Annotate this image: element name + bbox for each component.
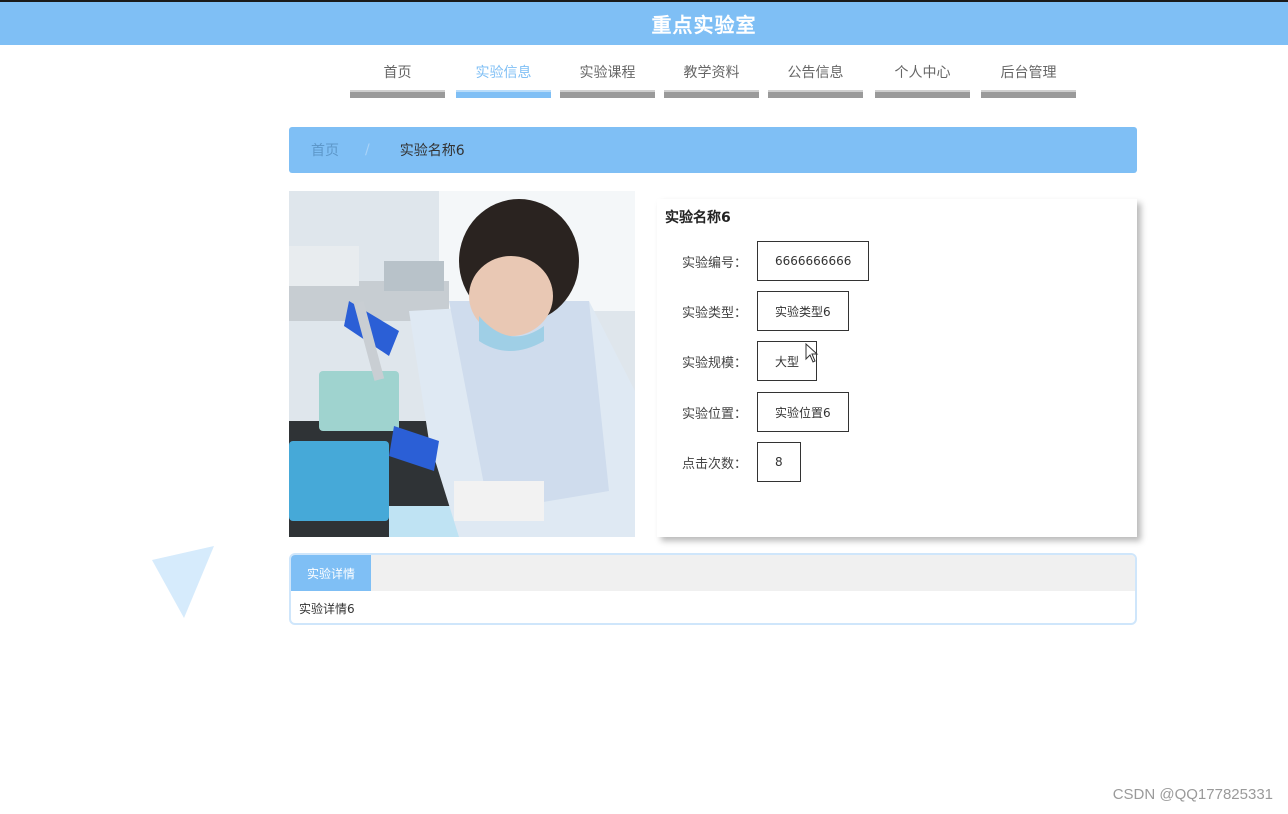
field-row-experiment-scale: 实验规模： 大型 (682, 341, 818, 381)
nav-item-label: 后台管理 (1000, 65, 1057, 81)
nav-item-bar (350, 90, 445, 98)
lab-scene-illustration (289, 191, 635, 537)
field-value: 6666666666 (757, 241, 870, 281)
nav-item-label: 实验课程 (579, 65, 636, 81)
nav-item-experiment-info[interactable]: 实验信息 (456, 56, 551, 100)
experiment-photo (289, 191, 635, 537)
nav-item-label: 首页 (383, 65, 412, 81)
nav-item-label: 公告信息 (787, 65, 844, 81)
nav-item-label: 实验信息 (475, 65, 532, 81)
breadcrumb-separator: / (365, 142, 370, 158)
field-row-experiment-number: 实验编号： 6666666666 (682, 241, 870, 281)
site-title: 重点实验室 (651, 13, 757, 37)
breadcrumb-home-link[interactable]: 首页 (311, 140, 339, 160)
nav-item-label: 教学资料 (683, 65, 740, 81)
top-header-bar: 重点实验室 (0, 0, 1288, 45)
nav-item-bar (664, 90, 759, 98)
breadcrumb: 首页 / 实验名称6 (289, 127, 1137, 173)
nav-item-bar (560, 90, 655, 98)
nav-item-label: 个人中心 (894, 65, 951, 81)
field-row-experiment-location: 实验位置： 实验位置6 (682, 392, 849, 432)
field-row-experiment-type: 实验类型： 实验类型6 (682, 291, 849, 331)
watermark-text: CSDN @QQ177825331 (1112, 786, 1273, 803)
experiment-name: 实验名称6 (665, 210, 731, 226)
breadcrumb-current: 实验名称6 (399, 143, 465, 159)
nav-item-bar (768, 90, 863, 98)
experiment-info-panel: 实验名称6 实验编号： 6666666666 实验类型： 实验类型6 实验规模：… (657, 199, 1137, 537)
field-label: 实验编号： (682, 255, 748, 271)
detail-tab-bar: 实验详情 (291, 555, 1135, 591)
tab-experiment-detail[interactable]: 实验详情 (291, 555, 371, 591)
decorative-triangle-icon (152, 546, 216, 624)
nav-item-bar (875, 90, 970, 98)
nav-item-teaching-materials[interactable]: 教学资料 (664, 56, 759, 100)
field-value: 实验类型6 (757, 291, 849, 331)
nav-item-announcements[interactable]: 公告信息 (768, 56, 863, 100)
nav-item-experiment-courses[interactable]: 实验课程 (560, 56, 655, 100)
nav-item-home[interactable]: 首页 (350, 56, 445, 100)
field-label: 点击次数： (682, 456, 748, 472)
nav-item-personal-center[interactable]: 个人中心 (875, 56, 970, 100)
field-value: 实验位置6 (757, 392, 849, 432)
field-label: 实验规模： (682, 355, 748, 371)
nav-item-bar (456, 90, 551, 98)
field-row-click-count: 点击次数： 8 (682, 442, 801, 482)
field-value: 8 (757, 442, 801, 482)
detail-content: 实验详情6 (299, 602, 355, 616)
experiment-detail-box: 实验详情 实验详情6 (289, 553, 1137, 625)
field-label: 实验位置： (682, 406, 748, 422)
nav-item-admin[interactable]: 后台管理 (981, 56, 1076, 100)
field-label: 实验类型： (682, 305, 748, 321)
mouse-cursor-icon (805, 342, 819, 367)
nav-item-bar (981, 90, 1076, 98)
